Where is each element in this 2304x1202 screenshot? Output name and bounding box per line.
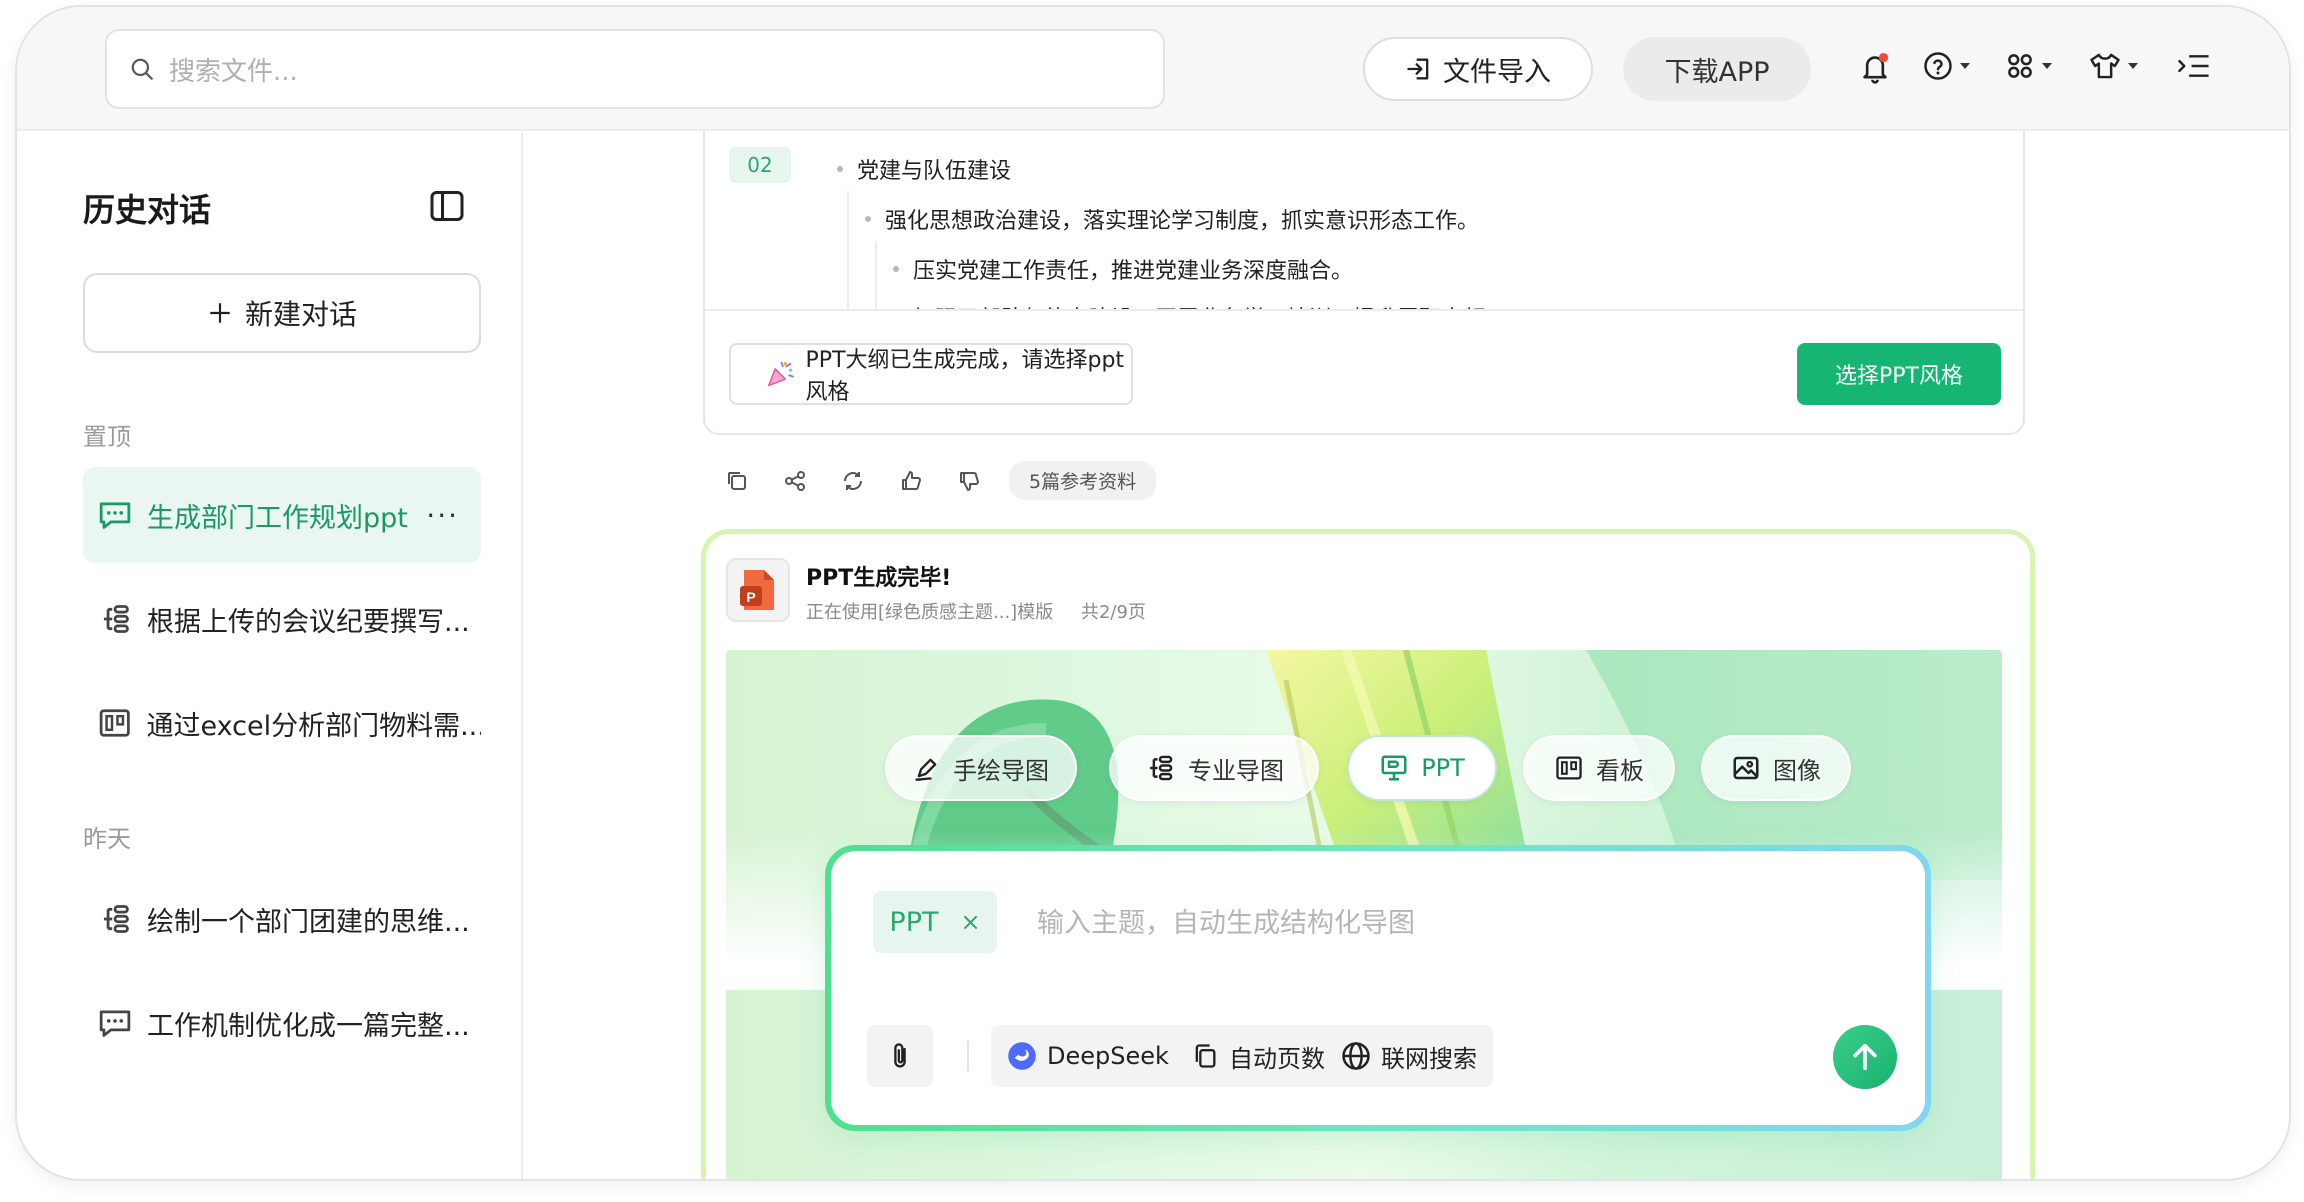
- chat-item-pinned-3[interactable]: 通过excel分析部门物料需...: [83, 675, 481, 771]
- file-import-button[interactable]: 文件导入: [1363, 37, 1593, 101]
- prompt-composer: PPT × 输入主题，自动生成结构化导图 DeepSeek V4 自动页数 联网…: [825, 845, 1931, 1131]
- skin-button[interactable]: [2089, 51, 2138, 81]
- download-app-button[interactable]: 下载APP: [1623, 37, 1811, 101]
- outline-line-2: 强化思想政治建设，落实理论学习制度，抓实意识形态工作。: [865, 203, 1479, 235]
- ppt-tag-label: PPT: [889, 906, 939, 938]
- app-window: 搜索文件... 文件导入 下载APP 历史对话 新建对话 置顶 生成部门工作规划…: [15, 5, 2291, 1181]
- ppt-result-title: PPT生成完毕!: [806, 566, 952, 591]
- web-search-label: 联网搜索: [1381, 1044, 1477, 1073]
- tshirt-icon: [2090, 53, 2120, 79]
- web-search-toggle[interactable]: 联网搜索: [1325, 1025, 1493, 1087]
- copy-icon[interactable]: [725, 469, 749, 493]
- ppt-result-subtitle: 正在使用[绿色质感主题...]模版 共2/9页: [806, 598, 1146, 624]
- chat-bubble-icon: [99, 1010, 131, 1037]
- ppt-outline-card: 02 党建与队伍建设 强化思想政治建设，落实理论学习制度，抓实意识形态工作。 压…: [703, 131, 2025, 435]
- sidebar-title: 历史对话: [83, 191, 212, 229]
- board-icon: [99, 709, 130, 737]
- presentation-icon: [1381, 755, 1407, 781]
- history-sidebar: 历史对话 新建对话 置顶 生成部门工作规划ppt ··· 根据上传的会议纪要撰写…: [17, 133, 523, 1179]
- mindmap-icon: [103, 605, 129, 633]
- close-icon[interactable]: ×: [960, 908, 980, 936]
- chat-item-yesterday-2[interactable]: 工作机制优化成一篇完整...: [83, 975, 481, 1071]
- thumbs-up-icon[interactable]: [899, 469, 923, 493]
- chat-item-pinned-1[interactable]: 生成部门工作规划ppt ···: [83, 467, 481, 563]
- chat-item-label: 根据上传的会议纪要撰写...: [147, 606, 470, 638]
- powerpoint-icon: P: [726, 558, 790, 622]
- paperclip-icon: [894, 1043, 906, 1068]
- search-input[interactable]: 搜索文件...: [105, 29, 1165, 109]
- ppt-mode-tag: PPT ×: [873, 891, 997, 953]
- sidebar-toggle-button[interactable]: [429, 189, 465, 227]
- party-popper-icon: [768, 361, 794, 387]
- section-number-badge: 02: [729, 147, 791, 183]
- share-icon[interactable]: [783, 469, 807, 493]
- chat-item-pinned-2[interactable]: 根据上传的会议纪要撰写...: [83, 571, 481, 667]
- top-bar: 搜索文件... 文件导入 下载APP: [17, 7, 2289, 131]
- ppt-template-name: 正在使用[绿色质感主题...]模版: [806, 602, 1054, 623]
- choose-ppt-style-button[interactable]: 选择PPT风格: [1797, 343, 2001, 405]
- chat-bubble-icon: [99, 502, 131, 529]
- outline-line-1: 党建与队伍建设: [837, 153, 1011, 185]
- file-import-label: 文件导入: [1443, 56, 1551, 88]
- deepseek-icon: [1008, 1042, 1036, 1070]
- search-icon: [131, 58, 153, 80]
- more-options-icon[interactable]: ···: [426, 499, 459, 532]
- pen-icon: [915, 758, 937, 781]
- new-chat-label: 新建对话: [244, 298, 357, 331]
- login-arrow-icon: [1407, 58, 1429, 80]
- mindmap-icon: [103, 905, 129, 933]
- mode-image[interactable]: 图像: [1701, 735, 1851, 801]
- board-icon: [1556, 756, 1582, 780]
- send-button[interactable]: [1833, 1025, 1897, 1089]
- mode-pro-mindmap[interactable]: 专业导图: [1109, 735, 1319, 801]
- chat-item-label: 生成部门工作规划ppt: [147, 502, 408, 534]
- message-actions: 5篇参考资料: [725, 461, 1157, 500]
- notification-button[interactable]: [1859, 51, 1891, 85]
- sidebar-panel-icon: [430, 191, 464, 221]
- chat-item-label: 工作机制优化成一篇完整...: [147, 1010, 470, 1042]
- references-badge[interactable]: 5篇参考资料: [1009, 461, 1157, 500]
- new-chat-button[interactable]: 新建对话: [83, 273, 481, 353]
- chat-item-label: 绘制一个部门团建的思维...: [147, 906, 470, 938]
- chevron-down-icon: [2042, 63, 2052, 69]
- search-placeholder: 搜索文件...: [169, 56, 298, 87]
- refresh-icon[interactable]: [841, 469, 865, 493]
- thumbs-down-icon[interactable]: [957, 469, 981, 493]
- mode-ppt[interactable]: PPT: [1347, 735, 1497, 801]
- pinned-group-label: 置顶: [83, 423, 131, 451]
- ppt-page-count: 共2/9页: [1080, 602, 1146, 623]
- download-app-label: 下载APP: [1664, 56, 1770, 88]
- chat-item-yesterday-1[interactable]: 绘制一个部门团建的思维...: [83, 871, 481, 967]
- outline-done-message: PPT大纲已生成完成，请选择ppt风格: [729, 343, 1133, 405]
- bell-icon: [1863, 52, 1889, 84]
- outline-content: 02 党建与队伍建设 强化思想政治建设，落实理论学习制度，抓实意识形态工作。 压…: [705, 131, 2023, 309]
- menu-collapse-button[interactable]: [2177, 51, 2211, 81]
- chevron-down-icon: [2128, 63, 2138, 69]
- help-icon: [1924, 52, 1952, 80]
- mode-hand-drawn-mindmap[interactable]: 手绘导图: [885, 735, 1077, 801]
- arrow-up-icon: [1853, 1043, 1877, 1071]
- mode-board[interactable]: 看板: [1523, 735, 1675, 801]
- help-button[interactable]: [1923, 51, 1970, 81]
- page-count-label: 自动页数: [1229, 1044, 1325, 1073]
- chat-item-label: 通过excel分析部门物料需...: [146, 710, 481, 742]
- outline-line-4: 加强干部队伍能力建设，开展业务学习培训，提升履职本领。: [893, 301, 1507, 309]
- chevron-down-icon: [1960, 63, 1970, 69]
- globe-icon: [1342, 1042, 1370, 1070]
- pages-icon: [1195, 1044, 1216, 1068]
- prompt-input[interactable]: 输入主题，自动生成结构化导图: [1037, 901, 1415, 940]
- svg-text:P: P: [746, 589, 755, 605]
- yesterday-group-label: 昨天: [83, 825, 131, 853]
- menu-indent-icon: [2178, 55, 2209, 77]
- apps-button[interactable]: [2005, 51, 2052, 81]
- mindmap-icon: [1150, 755, 1173, 781]
- apps-grid-icon: [2008, 54, 2032, 78]
- divider: [967, 1041, 969, 1071]
- image-icon: [1733, 756, 1759, 780]
- attach-button[interactable]: [867, 1025, 933, 1087]
- plus-icon: [210, 303, 230, 323]
- outline-line-3: 压实党建工作责任，推进党建业务深度融合。: [893, 253, 1353, 285]
- divider: [705, 309, 2023, 311]
- outline-done-text: PPT大纲已生成完成，请选择ppt风格: [805, 348, 1125, 405]
